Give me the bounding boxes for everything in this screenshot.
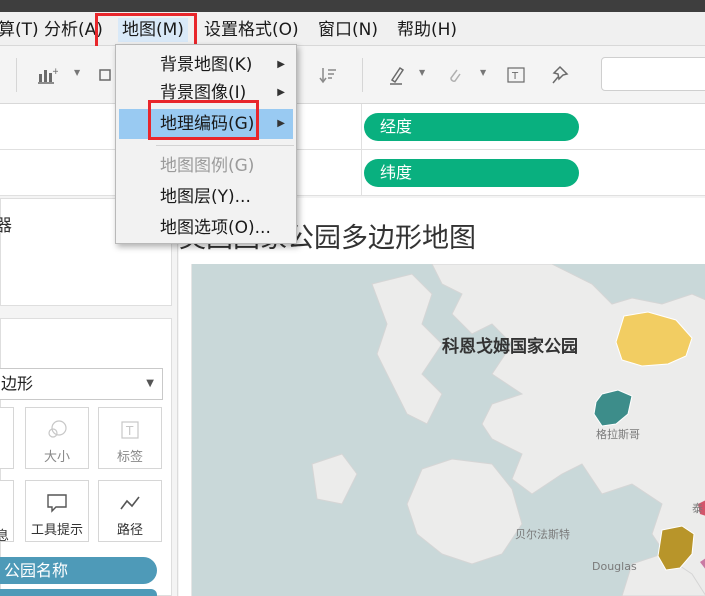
chevron-down-icon[interactable]: ▼ bbox=[419, 68, 425, 77]
menu-format[interactable]: 设置格式(O) bbox=[200, 18, 303, 42]
park-name-field-pill[interactable]: 公园名称 bbox=[0, 557, 157, 584]
svg-text:T: T bbox=[511, 71, 519, 82]
svg-text:T: T bbox=[125, 424, 134, 438]
mark-tooltip-label: 工具提示 bbox=[30, 523, 83, 538]
paperclip-icon[interactable] bbox=[443, 64, 465, 86]
mark-detail-label: 息 bbox=[0, 529, 9, 544]
tooltip-icon bbox=[26, 491, 88, 515]
shelf-divider bbox=[361, 104, 362, 150]
text-label-icon: T bbox=[99, 418, 161, 442]
rows-shelf: 纬度 bbox=[0, 150, 705, 196]
toolbar-separator bbox=[16, 58, 17, 92]
menu-item-map-legend: 地图图例(G) bbox=[119, 151, 293, 181]
mark-detail-button[interactable]: 息 bbox=[0, 480, 14, 544]
chevron-right-icon: ▶ bbox=[277, 59, 285, 70]
menu-item-map-options[interactable]: 地图选项(O)... bbox=[119, 213, 293, 243]
menu-analysis[interactable]: 分析(A) bbox=[40, 18, 107, 42]
mark-size-button[interactable]: 大小 bbox=[25, 407, 89, 469]
toolbar-separator bbox=[362, 58, 363, 92]
menu-separator bbox=[156, 145, 294, 146]
add-chart-icon[interactable]: + bbox=[36, 64, 60, 86]
menu-window[interactable]: 窗口(N) bbox=[314, 18, 382, 42]
toolbar: + ▼ ▼ ▼ T bbox=[0, 46, 705, 104]
field-pill[interactable] bbox=[0, 589, 157, 596]
menu-calc[interactable]: 算(T) bbox=[0, 18, 43, 42]
longitude-pill[interactable]: 经度 bbox=[364, 113, 579, 141]
svg-text:+: + bbox=[52, 67, 58, 77]
chevron-right-icon: ▶ bbox=[277, 118, 285, 129]
menu-item-geocoding[interactable]: 地理编码(G) ▶ bbox=[119, 109, 293, 139]
map-label-douglas: Douglas bbox=[592, 560, 637, 573]
menu-item-label: 背景地图(K) bbox=[160, 55, 253, 75]
app-window: { "menubar": { "items": [ {"label": "算(T… bbox=[0, 0, 705, 596]
mark-size-label: 大小 bbox=[43, 450, 70, 465]
filters-card-label: 器 bbox=[0, 216, 12, 236]
shelf-divider bbox=[361, 150, 362, 196]
menu-item-label: 地图选项(O)... bbox=[160, 218, 271, 238]
sort-icon[interactable] bbox=[318, 64, 340, 86]
text-box-icon[interactable]: T bbox=[505, 64, 527, 86]
mark-path-button[interactable]: 路径 bbox=[98, 480, 162, 542]
menu-item-label: 地理编码(G) bbox=[160, 114, 255, 134]
view-area: 英国国家公园多边形地图 科恩戈姆国家公园 格拉斯哥 贝尔法斯特 Douglas … bbox=[179, 198, 705, 596]
latitude-pill[interactable]: 纬度 bbox=[364, 159, 579, 187]
menu-item-label: 背景图像(I) bbox=[160, 83, 247, 103]
chevron-down-icon[interactable]: ▼ bbox=[480, 68, 486, 77]
map-label-park: 科恩戈姆国家公园 bbox=[442, 337, 578, 357]
map-label-glasgow: 格拉斯哥 bbox=[596, 428, 640, 441]
menu-item-background-images[interactable]: 背景图像(I) ▶ bbox=[119, 78, 293, 108]
map-label-partial: 泰 bbox=[692, 502, 703, 515]
size-icon bbox=[26, 418, 88, 442]
menu-map[interactable]: 地图(M) bbox=[118, 18, 188, 42]
mark-label-label: 标签 bbox=[116, 450, 143, 465]
highlight-pen-icon[interactable] bbox=[386, 64, 408, 86]
mark-type-value: 边形 bbox=[1, 374, 34, 393]
chevron-right-icon: ▶ bbox=[277, 87, 285, 98]
mark-tooltip-button[interactable]: 工具提示 bbox=[25, 480, 89, 542]
toolbar-dropdown-field[interactable] bbox=[601, 57, 705, 91]
menu-item-map-layers[interactable]: 地图层(Y)... bbox=[119, 182, 293, 212]
mark-path-label: 路径 bbox=[116, 523, 143, 538]
chevron-down-icon[interactable]: ▼ bbox=[74, 68, 80, 77]
path-icon bbox=[99, 491, 161, 515]
menu-help[interactable]: 帮助(H) bbox=[393, 18, 461, 42]
map-menu-dropdown: 背景地图(K) ▶ 背景图像(I) ▶ 地理编码(G) ▶ 地图图例(G) 地图… bbox=[115, 44, 297, 244]
menu-item-label: 地图图例(G) bbox=[160, 156, 255, 176]
chevron-down-icon: ▼ bbox=[146, 378, 154, 389]
map-canvas[interactable]: 科恩戈姆国家公园 格拉斯哥 贝尔法斯特 Douglas 泰 bbox=[191, 264, 705, 596]
menu-bar: 算(T) 分析(A) 地图(M) 设置格式(O) 窗口(N) 帮助(H) bbox=[0, 12, 705, 46]
pin-icon[interactable] bbox=[550, 64, 572, 86]
columns-shelf: 经度 bbox=[0, 104, 705, 150]
menu-item-label: 地图层(Y)... bbox=[160, 187, 251, 207]
map-label-belfast: 贝尔法斯特 bbox=[515, 528, 570, 541]
mark-label-button[interactable]: T 标签 bbox=[98, 407, 162, 469]
menu-item-background-maps[interactable]: 背景地图(K) ▶ bbox=[119, 50, 293, 80]
mark-type-select[interactable]: 边形 ▼ bbox=[0, 368, 163, 400]
mark-color-button[interactable] bbox=[0, 407, 14, 469]
window-top-strip bbox=[0, 0, 705, 12]
